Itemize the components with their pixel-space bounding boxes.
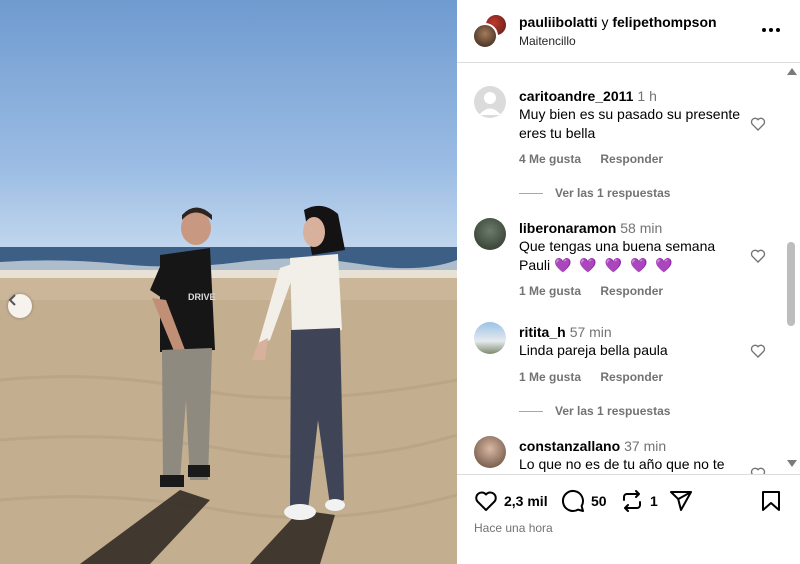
author-conjunction: y (601, 14, 609, 30)
comment-time: 37 min (624, 438, 667, 454)
comment-header: ritita_h 57 min (519, 324, 612, 340)
avatar[interactable] (474, 436, 506, 468)
scrollbar-thumb[interactable] (787, 242, 795, 326)
scroll-up-arrow-icon[interactable] (787, 68, 797, 75)
comment-text-line: Pauli 💜 💜 💜 💜 💜 (519, 256, 754, 275)
comment-text-line: Lo que no es de tu año que no te (519, 456, 725, 472)
comments-list: caritoandre_2011 1 h Muy bien es su pasad… (457, 64, 800, 474)
comment-icon (561, 489, 584, 512)
more-horizontal-icon (762, 28, 780, 32)
comment-text-line: Linda pareja bella paula (519, 342, 668, 358)
share-button[interactable] (669, 489, 693, 513)
reposts-count: 1 (650, 493, 658, 509)
heart-icon (475, 491, 497, 511)
reply-button[interactable]: Responder (600, 284, 663, 298)
purple-heart-emojis: 💜 💜 💜 💜 💜 (554, 257, 675, 273)
post-actions: 2,3 mil 50 1 Hace una hora (457, 474, 800, 564)
avatar[interactable] (474, 86, 506, 118)
comments-count: 50 (591, 493, 607, 509)
svg-text:DRIVE: DRIVE (188, 292, 216, 302)
heart-icon[interactable] (750, 116, 766, 132)
post-photo: DRIVE (0, 0, 457, 564)
comment-header: constanzallano 37 min (519, 438, 666, 454)
beach-photo: DRIVE (0, 205, 457, 564)
default-user-icon (479, 92, 501, 115)
comment-text: Muy bien es su pasado su presente eres t… (519, 105, 754, 143)
repost-button[interactable]: 1 (620, 489, 658, 513)
comment-header: liberonaramon 58 min (519, 220, 662, 236)
comment-text-line: Muy bien es su pasado su presente (519, 106, 741, 122)
comment-header: caritoandre_2011 1 h (519, 88, 657, 104)
heart-icon[interactable] (750, 466, 766, 474)
comment-text: Que tengas una buena semana Pauli 💜 💜 💜 … (519, 237, 754, 275)
author-username[interactable]: pauliibolatti (519, 14, 598, 30)
bookmark-icon (762, 491, 780, 511)
likes-count: 2,3 mil (504, 493, 548, 509)
comment-likes[interactable]: 1 Me gusta (519, 284, 581, 298)
comment-likes[interactable]: 1 Me gusta (519, 370, 581, 384)
heart-icon[interactable] (750, 343, 766, 359)
comment-username[interactable]: liberonaramon (519, 220, 616, 236)
post-header: pauliibolatti y felipethompson Maitencil… (457, 0, 800, 63)
comment-likes[interactable]: 4 Me gusta (519, 152, 581, 166)
comment-time: 58 min (620, 220, 663, 236)
view-replies-button[interactable]: Ver las 1 respuestas (519, 186, 670, 200)
post-side-panel: pauliibolatti y felipethompson Maitencil… (457, 0, 800, 564)
repost-icon (623, 490, 641, 512)
comment-meta: 4 Me gusta Responder (519, 152, 679, 166)
avatar[interactable] (474, 322, 506, 354)
comment-time: 1 h (637, 88, 657, 104)
more-options-button[interactable] (759, 20, 783, 40)
reply-button[interactable]: Responder (600, 370, 663, 384)
collab-avatars[interactable] (472, 13, 510, 49)
post-location[interactable]: Maitencillo (519, 34, 576, 48)
chevron-left-icon (8, 294, 16, 306)
author-username[interactable]: felipethompson (612, 14, 716, 30)
post-timestamp[interactable]: Hace una hora (474, 521, 553, 535)
comment-meta: 1 Me gusta Responder (519, 284, 679, 298)
post-authors: pauliibolatti y felipethompson (519, 14, 717, 30)
reply-button[interactable]: Responder (600, 152, 663, 166)
carousel-prev-button[interactable] (8, 294, 32, 318)
view-replies-label: Ver las 1 respuestas (555, 404, 671, 418)
like-button[interactable]: 2,3 mil (474, 489, 548, 513)
comment-text-line: eres tu bella (519, 125, 596, 141)
view-replies-label: Ver las 1 respuestas (555, 186, 671, 200)
comment-meta: 1 Me gusta Responder (519, 370, 679, 384)
comment-username[interactable]: ritita_h (519, 324, 566, 340)
comment-username[interactable]: caritoandre_2011 (519, 88, 633, 104)
scroll-down-arrow-icon[interactable] (787, 460, 797, 467)
divider (519, 410, 543, 412)
save-button[interactable] (760, 489, 782, 513)
avatar[interactable] (474, 218, 506, 250)
divider (519, 192, 543, 194)
comment-text: Linda pareja bella paula (519, 341, 754, 360)
comment-username[interactable]: constanzallano (519, 438, 620, 454)
comment-time: 57 min (569, 324, 612, 340)
comment-button[interactable]: 50 (561, 489, 607, 513)
comments-scrollbar[interactable] (784, 64, 798, 474)
comment-text-part: Pauli (519, 257, 551, 273)
share-icon (670, 491, 692, 511)
heart-icon[interactable] (750, 248, 766, 264)
avatar[interactable] (472, 23, 498, 49)
comment-text-line: Que tengas una buena semana (519, 238, 716, 254)
view-replies-button[interactable]: Ver las 1 respuestas (519, 404, 670, 418)
comment-text: Lo que no es de tu año que no te (519, 455, 754, 474)
